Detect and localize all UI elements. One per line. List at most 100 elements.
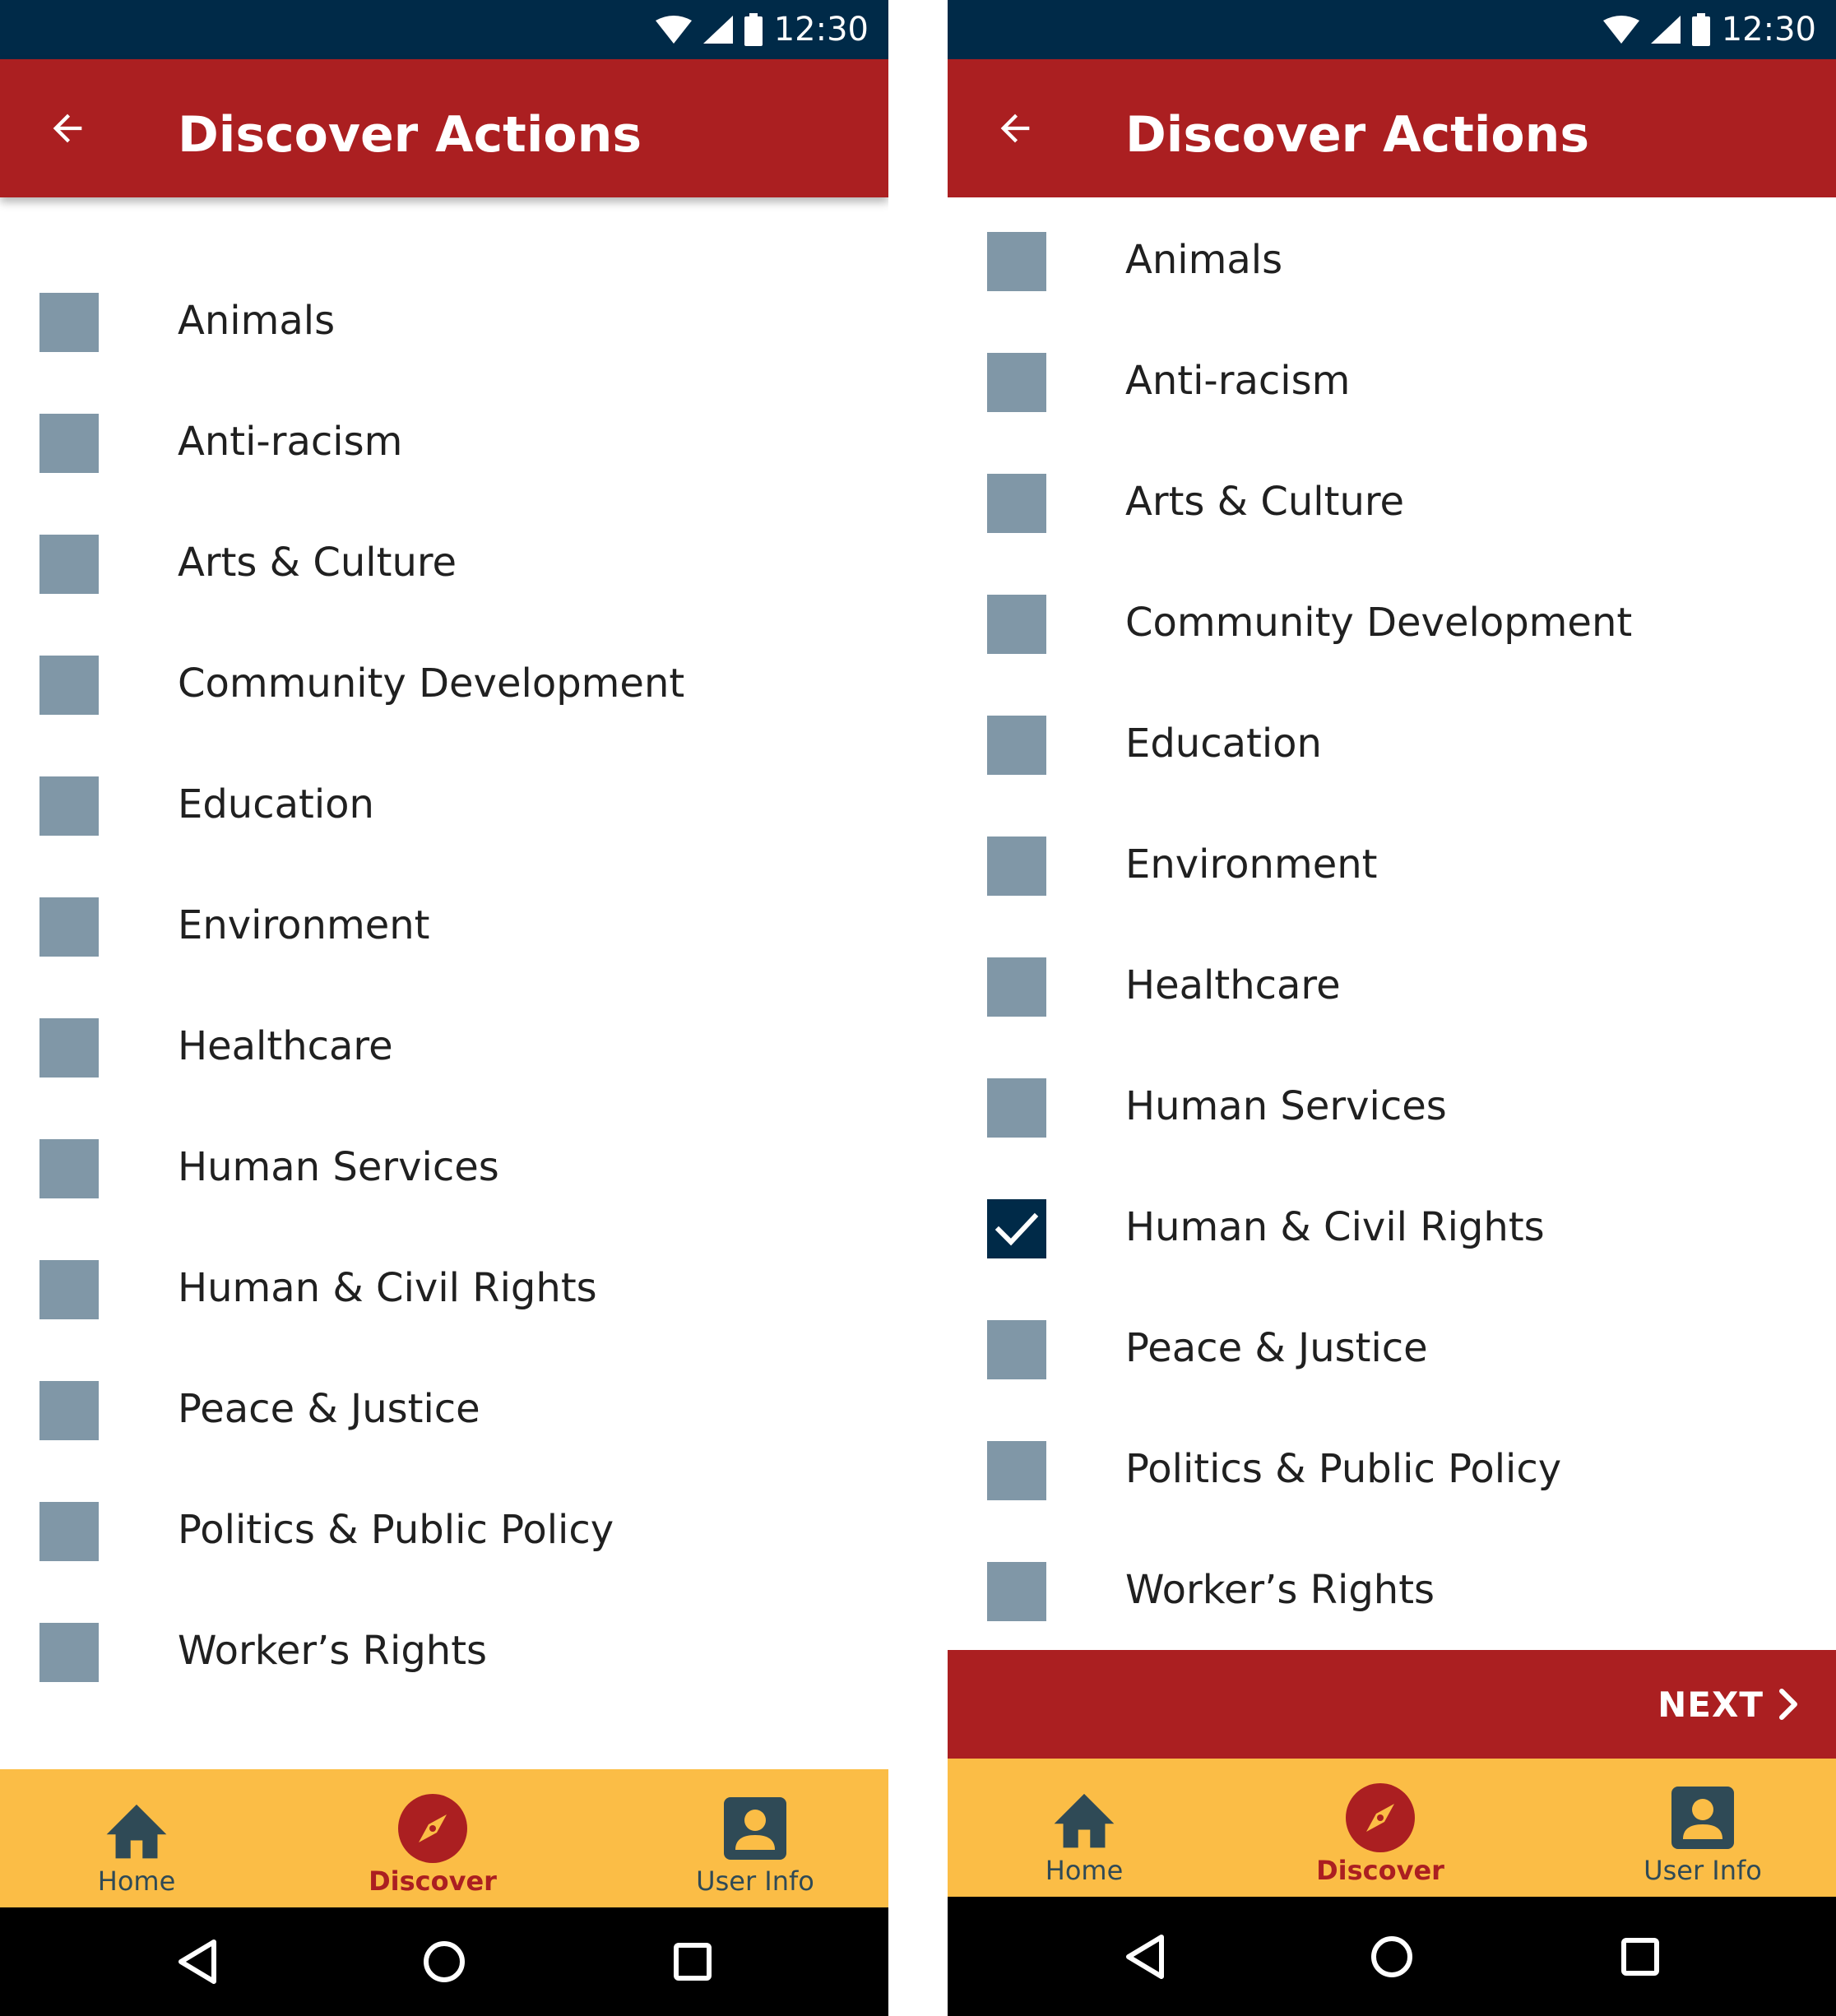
checkbox[interactable]	[987, 1320, 1046, 1379]
category-label: Healthcare	[1125, 962, 1341, 1008]
checkbox[interactable]	[39, 1018, 99, 1078]
home-circle-icon	[424, 1941, 465, 1982]
category-label: Politics & Public Policy	[178, 1507, 614, 1553]
nav-label-home: Home	[1045, 1855, 1124, 1886]
nav-item-home[interactable]: Home	[1002, 1759, 1166, 1897]
category-item[interactable]: Community Development	[0, 639, 888, 760]
back-button[interactable]	[982, 95, 1048, 161]
category-label: Anti-racism	[178, 419, 403, 465]
checkbox[interactable]	[987, 353, 1046, 412]
category-label: Worker’s Rights	[1125, 1567, 1435, 1613]
bottom-navigation: Home Discover User Info	[948, 1759, 1836, 1897]
next-button-label: NEXT	[1658, 1684, 1764, 1725]
checkbox[interactable]	[987, 1562, 1046, 1621]
checkbox[interactable]	[39, 1502, 99, 1561]
category-label: Community Development	[178, 660, 685, 707]
cell-signal-icon	[1650, 16, 1681, 44]
checkbox[interactable]	[39, 1381, 99, 1440]
category-item[interactable]: Education	[0, 760, 888, 881]
category-item[interactable]: Healthcare	[948, 941, 1836, 1062]
category-item[interactable]: Human Services	[948, 1062, 1836, 1183]
system-recents-button[interactable]	[660, 1929, 726, 1995]
category-label: Peace & Justice	[1125, 1325, 1428, 1371]
checkbox[interactable]	[39, 293, 99, 352]
checkbox[interactable]	[987, 232, 1046, 291]
category-item[interactable]: Human Services	[0, 1123, 888, 1244]
category-item[interactable]: Worker’s Rights	[948, 1546, 1836, 1666]
category-item[interactable]: Human & Civil Rights	[0, 1244, 888, 1365]
wifi-icon	[1602, 16, 1639, 44]
arrow-left-icon	[53, 114, 82, 143]
system-navigation-bar	[0, 1907, 888, 2016]
nav-item-home[interactable]: Home	[54, 1769, 219, 1907]
back-button[interactable]	[35, 95, 100, 161]
category-label: Community Development	[1125, 600, 1633, 646]
checkbox[interactable]	[987, 474, 1046, 533]
category-item[interactable]: Arts & Culture	[948, 457, 1836, 578]
user-icon	[724, 1797, 786, 1860]
category-label: Human & Civil Rights	[178, 1265, 597, 1311]
system-recents-button[interactable]	[1607, 1924, 1673, 1990]
next-button[interactable]: NEXT	[1658, 1673, 1801, 1736]
phone-screen-left: 12:30 Discover Actions Animals Anti-racis…	[0, 0, 888, 2016]
checkbox[interactable]	[39, 776, 99, 836]
category-item[interactable]: Animals	[0, 276, 888, 397]
category-item[interactable]: Environment	[0, 881, 888, 1002]
category-label: Animals	[1125, 237, 1283, 283]
checkbox-checked[interactable]	[987, 1199, 1046, 1258]
checkbox[interactable]	[39, 1139, 99, 1198]
checkbox[interactable]	[39, 414, 99, 473]
checkbox[interactable]	[39, 535, 99, 594]
bottom-navigation: Home Discover User Info	[0, 1769, 888, 1907]
system-home-button[interactable]	[411, 1929, 477, 1995]
nav-item-discover[interactable]: Discover	[1298, 1759, 1463, 1897]
checkbox[interactable]	[39, 1260, 99, 1319]
nav-item-user-info[interactable]: User Info	[673, 1769, 837, 1907]
category-item[interactable]: Politics & Public Policy	[0, 1485, 888, 1606]
category-label: Education	[1125, 721, 1322, 767]
category-item[interactable]: Education	[948, 699, 1836, 820]
category-item[interactable]: Community Development	[948, 578, 1836, 699]
checkbox[interactable]	[987, 1441, 1046, 1500]
system-home-button[interactable]	[1359, 1924, 1425, 1990]
nav-label-user-info: User Info	[1644, 1855, 1762, 1886]
next-bar: NEXT	[948, 1650, 1836, 1759]
page-title: Discover Actions	[1125, 106, 1590, 164]
cell-signal-icon	[702, 16, 733, 44]
checkbox[interactable]	[987, 716, 1046, 775]
category-label: Worker’s Rights	[178, 1628, 488, 1674]
checkbox[interactable]	[39, 897, 99, 957]
wifi-icon	[655, 16, 692, 44]
category-item[interactable]: Politics & Public Policy	[948, 1425, 1836, 1546]
category-item[interactable]: Healthcare	[0, 1002, 888, 1123]
category-item[interactable]: Arts & Culture	[0, 518, 888, 639]
system-back-button[interactable]	[165, 1929, 230, 1995]
category-item[interactable]: Human & Civil Rights	[948, 1183, 1836, 1304]
category-label: Anti-racism	[1125, 358, 1351, 404]
nav-label-user-info: User Info	[696, 1865, 814, 1897]
status-bar: 12:30	[0, 0, 888, 59]
category-label: Arts & Culture	[178, 540, 457, 586]
system-back-button[interactable]	[1112, 1924, 1178, 1990]
category-item[interactable]: Worker’s Rights	[0, 1606, 888, 1727]
checkbox[interactable]	[987, 837, 1046, 896]
checkbox[interactable]	[39, 656, 99, 715]
checkbox[interactable]	[987, 595, 1046, 654]
checkbox[interactable]	[39, 1623, 99, 1682]
category-item[interactable]: Anti-racism	[948, 336, 1836, 457]
back-triangle-icon	[178, 1940, 216, 1984]
checkbox[interactable]	[987, 1078, 1046, 1138]
category-item[interactable]: Peace & Justice	[948, 1304, 1836, 1425]
category-label: Arts & Culture	[1125, 479, 1405, 525]
category-label: Human Services	[178, 1144, 499, 1190]
category-item[interactable]: Anti-racism	[0, 397, 888, 518]
category-item[interactable]: Animals	[948, 216, 1836, 336]
category-item[interactable]: Environment	[948, 820, 1836, 941]
nav-item-discover[interactable]: Discover	[350, 1769, 515, 1907]
category-label: Politics & Public Policy	[1125, 1446, 1562, 1492]
checkbox[interactable]	[987, 957, 1046, 1017]
status-time: 12:30	[773, 11, 869, 49]
category-label: Human & Civil Rights	[1125, 1204, 1545, 1250]
category-item[interactable]: Peace & Justice	[0, 1365, 888, 1485]
nav-item-user-info[interactable]: User Info	[1620, 1759, 1785, 1897]
